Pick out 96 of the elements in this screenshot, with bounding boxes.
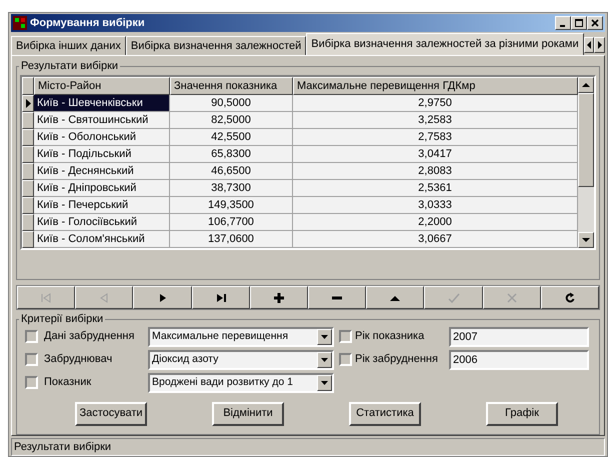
table-cell: 3,0667 xyxy=(293,230,578,248)
up-arrow-icon xyxy=(582,82,590,86)
row-indicator[interactable] xyxy=(22,162,34,180)
table-cell: 82,5000 xyxy=(170,112,293,128)
table-cell: 3,0417 xyxy=(293,146,578,162)
column-header[interactable]: Місто-Район xyxy=(34,76,170,94)
row-indicator[interactable] xyxy=(22,146,34,162)
table-cell: Київ - Дніпровський xyxy=(34,180,170,196)
table-cell: 3,0333 xyxy=(293,196,578,214)
group-title: Критерії вибірки xyxy=(20,312,104,327)
table-cell: 3,2583 xyxy=(293,112,578,128)
close-icon xyxy=(590,18,600,28)
maximize-button[interactable] xyxy=(571,16,587,30)
row-indicator[interactable] xyxy=(22,230,34,248)
action-button[interactable]: Статистика xyxy=(349,402,421,426)
table-cell: 38,7300 xyxy=(170,180,293,196)
navigator-button[interactable] xyxy=(192,286,250,309)
tab[interactable]: Вибірка інших даних xyxy=(11,36,126,55)
navigator-button[interactable] xyxy=(133,286,192,309)
table-cell: 2,8083 xyxy=(293,162,578,180)
right-arrow-icon xyxy=(596,41,603,49)
checkbox-label: Дані забруднення xyxy=(44,329,136,344)
scroll-left-button[interactable] xyxy=(584,37,594,53)
left-arrow-icon xyxy=(586,41,592,49)
dropdown-arrow-icon xyxy=(321,380,328,384)
table-cell: Київ - Солом'янський xyxy=(34,230,170,248)
dropdown-arrow-icon xyxy=(321,358,328,362)
dropdown[interactable]: Вроджені вади розвитку до 1 xyxy=(148,372,334,392)
table-cell: 46,6500 xyxy=(170,162,293,180)
dropdown[interactable]: Діоксид азоту xyxy=(148,350,334,370)
table-cell: Київ - Деснянський xyxy=(34,162,170,180)
table-cell: 2,5361 xyxy=(293,180,578,196)
app-icon xyxy=(13,16,27,30)
navigator-button[interactable] xyxy=(540,286,600,309)
navigator-button[interactable] xyxy=(366,286,424,309)
header-cell xyxy=(22,76,34,94)
checkbox-label: Рік забруднення xyxy=(355,352,439,368)
row-indicator[interactable] xyxy=(22,94,34,112)
table-cell: 2,9750 xyxy=(293,94,578,112)
row-indicator[interactable] xyxy=(22,128,34,146)
table-cell: Київ - Шевченківськи xyxy=(34,94,170,112)
checkbox[interactable] xyxy=(25,353,38,366)
checkbox[interactable] xyxy=(339,330,352,343)
checkbox-label: Забруднювач xyxy=(44,352,114,368)
vertical-scrollbar[interactable] xyxy=(578,76,594,248)
checkmark-icon xyxy=(448,292,460,304)
row-indicator[interactable] xyxy=(22,196,34,214)
input-field[interactable]: 2007 xyxy=(449,326,589,346)
checkbox[interactable] xyxy=(339,353,352,366)
input-field[interactable]: 2006 xyxy=(449,350,589,370)
minimize-button[interactable] xyxy=(555,16,571,30)
column-header[interactable]: Максимальне перевищення ГДКмр xyxy=(293,76,578,94)
table-cell: 149,3500 xyxy=(170,196,293,214)
action-button[interactable]: Відмінити xyxy=(212,402,284,426)
table-cell: 106,7700 xyxy=(170,214,293,230)
cross-icon xyxy=(506,292,518,304)
table-cell: Київ - Подільський xyxy=(34,146,170,162)
table-cell: Київ - Печерський xyxy=(34,196,170,214)
first-record-icon xyxy=(40,292,52,304)
checkbox[interactable] xyxy=(25,376,38,389)
window-title: Формування вибірки xyxy=(30,16,146,31)
table-cell: 42,5500 xyxy=(170,128,293,146)
down-arrow-icon xyxy=(582,238,590,242)
action-button[interactable]: Графік xyxy=(486,402,558,426)
row-indicator[interactable] xyxy=(22,112,34,128)
table-cell: 90,5000 xyxy=(170,94,293,112)
table-cell: Київ - Голосіївський xyxy=(34,214,170,230)
dropdown[interactable]: Максимальне перевищення xyxy=(148,326,334,346)
row-indicator[interactable] xyxy=(22,180,34,196)
scroll-right-button[interactable] xyxy=(594,37,605,53)
last-record-icon xyxy=(214,292,227,304)
table-cell: Київ - Оболонський xyxy=(34,128,170,146)
minimize-icon xyxy=(560,25,564,27)
plus-icon xyxy=(272,292,285,304)
dropdown-arrow-icon xyxy=(321,334,328,338)
navigator-button[interactable] xyxy=(308,286,366,309)
tab[interactable]: Вибірка визначення залежностей за різними роками xyxy=(306,33,584,55)
checkbox[interactable] xyxy=(25,330,38,343)
table-cell: 2,7583 xyxy=(293,128,578,146)
table-cell: Київ - Святошинський xyxy=(34,112,170,128)
checkbox-label: Показник xyxy=(44,375,92,390)
group-title: Результати вибірки xyxy=(20,59,120,74)
table-cell: 137,0600 xyxy=(170,230,293,248)
previous-record-icon xyxy=(98,292,110,304)
column-header[interactable]: Значення показника xyxy=(170,76,293,94)
action-button[interactable]: Застосувати xyxy=(75,402,147,426)
checkbox-label: Рік показника xyxy=(355,329,426,344)
refresh-icon xyxy=(564,292,576,304)
table-cell: 65,8300 xyxy=(170,146,293,162)
maximize-icon xyxy=(574,18,584,28)
tab[interactable]: Вибірка визначення залежностей xyxy=(126,36,306,55)
row-indicator[interactable] xyxy=(22,214,34,230)
status-text: Результати вибірки xyxy=(13,440,112,455)
navigator-button[interactable] xyxy=(250,286,308,309)
table-cell: 2,2000 xyxy=(293,214,578,230)
close-button[interactable] xyxy=(587,16,603,30)
